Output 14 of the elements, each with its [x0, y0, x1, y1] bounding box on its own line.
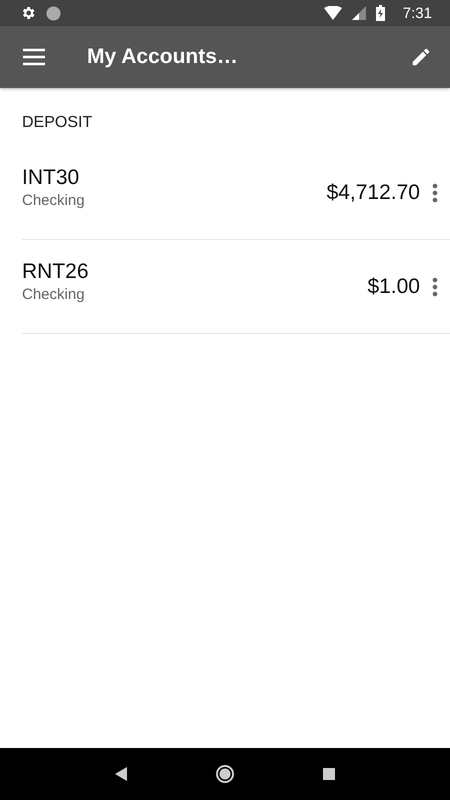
- settings-icon: [20, 5, 36, 21]
- account-name: INT30: [22, 166, 80, 190]
- account-type: Checking: [22, 286, 86, 303]
- section-header: DEPOSIT: [22, 114, 94, 132]
- battery-icon: [376, 5, 385, 21]
- account-balance: $4,712.70: [326, 180, 420, 204]
- account-name: RNT26: [22, 260, 90, 284]
- account-type: Checking: [22, 192, 86, 209]
- circle-icon: [46, 6, 61, 20]
- app-title: My Accounts…: [87, 45, 239, 69]
- signal-icon: [352, 6, 366, 20]
- wifi-icon: [324, 6, 342, 20]
- account-balance: $1.00: [367, 274, 420, 298]
- status-time: 7:31: [402, 4, 432, 22]
